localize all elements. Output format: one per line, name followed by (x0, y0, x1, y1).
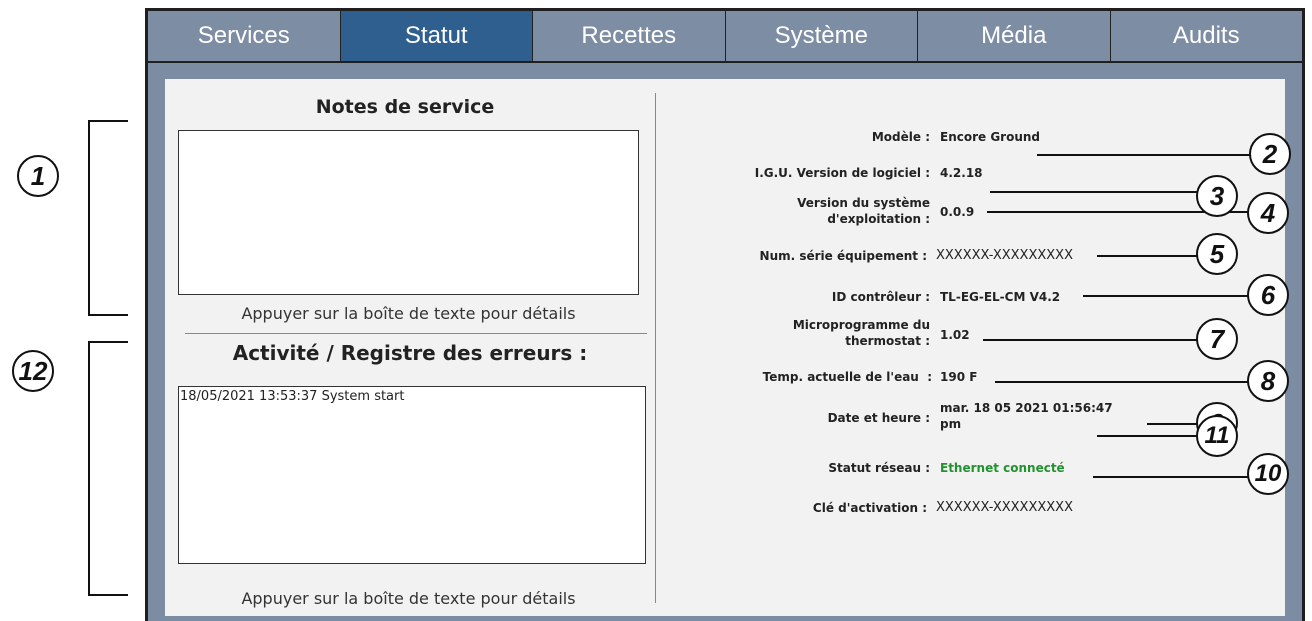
serial-number-label: Num. série équipement : (759, 249, 927, 263)
model-value: Encore Ground (940, 130, 1041, 144)
datetime-value: mar. 18 05 2021 01:56:47 pm (940, 401, 1113, 431)
bracket-notes (88, 120, 128, 316)
callout-12: 12 (12, 350, 54, 392)
tab-services[interactable]: Services (148, 11, 341, 61)
controller-id-value: TL-EG-EL-CM V4.2 (940, 290, 1061, 304)
water-temp-label: Temp. actuelle de l'eau : (762, 370, 932, 384)
bracket-log (88, 341, 128, 596)
leader-8 (995, 381, 1250, 383)
software-version-value: 4.2.18 (940, 166, 983, 180)
leader-2 (1037, 154, 1254, 156)
status-panel: Notes de service Appuyer sur la boîte de… (165, 79, 1285, 616)
callout-10: 10 (1247, 453, 1289, 495)
leader-5 (1097, 255, 1200, 257)
log-hint: Appuyer sur la boîte de texte pour détai… (241, 589, 576, 608)
leader-9 (1147, 423, 1199, 425)
log-textbox[interactable]: 18/05/2021 13:53:37 System start (178, 386, 646, 564)
model-label: Modèle : (871, 130, 930, 144)
water-temp-value: 190 F (940, 370, 978, 384)
callout-3: 3 (1196, 175, 1238, 217)
notes-hint: Appuyer sur la boîte de texte pour détai… (241, 304, 576, 323)
callout-2: 2 (1249, 133, 1291, 175)
leader-11 (1097, 435, 1200, 437)
callout-11: 11 (1196, 415, 1238, 457)
software-version-label: I.G.U. Version de logiciel : (754, 166, 930, 180)
os-version-value: 0.0.9 (940, 205, 975, 219)
tab-media[interactable]: Média (918, 11, 1111, 61)
tab-systeme[interactable]: Système (725, 11, 918, 61)
callout-7: 7 (1196, 318, 1238, 360)
notes-textbox[interactable] (178, 130, 639, 295)
leader-7 (983, 339, 1198, 341)
device-screen: Services Statut Recettes Système Média A… (145, 8, 1305, 621)
thermostat-firmware-label: Microprogramme du thermostat : (792, 318, 930, 348)
tab-audits[interactable]: Audits (1110, 11, 1302, 61)
leader-6 (1083, 295, 1250, 297)
tab-recettes[interactable]: Recettes (533, 11, 726, 61)
network-status-label: Statut réseau : (828, 461, 930, 475)
activation-key-label: Clé d'activation : (812, 501, 927, 515)
notes-title: Notes de service (315, 96, 495, 118)
section-divider (185, 333, 647, 334)
column-divider (655, 93, 656, 603)
callout-5: 5 (1196, 233, 1238, 275)
callout-1: 1 (17, 155, 59, 197)
datetime-label: Date et heure : (827, 411, 930, 425)
activation-key-value: XXXXXX-XXXXXXXXX (936, 500, 1073, 515)
callout-6: 6 (1247, 274, 1289, 316)
controller-id-label: ID contrôleur : (831, 290, 930, 304)
network-status-value: Ethernet connecté (940, 461, 1065, 475)
callout-4: 4 (1247, 192, 1289, 234)
tab-bar: Services Statut Recettes Système Média A… (148, 11, 1302, 63)
log-line: 18/05/2021 13:53:37 System start (180, 389, 405, 404)
os-version-label: Version du système d'exploitation : (797, 196, 930, 226)
thermostat-firmware-value: 1.02 (940, 328, 970, 342)
tab-statut[interactable]: Statut (340, 11, 533, 61)
leader-3 (990, 191, 1202, 193)
callout-8: 8 (1247, 360, 1289, 402)
serial-number-value: XXXXXX-XXXXXXXXX (936, 248, 1073, 263)
leader-10 (1093, 476, 1251, 478)
log-title: Activité / Registre des erreurs : (232, 341, 588, 365)
